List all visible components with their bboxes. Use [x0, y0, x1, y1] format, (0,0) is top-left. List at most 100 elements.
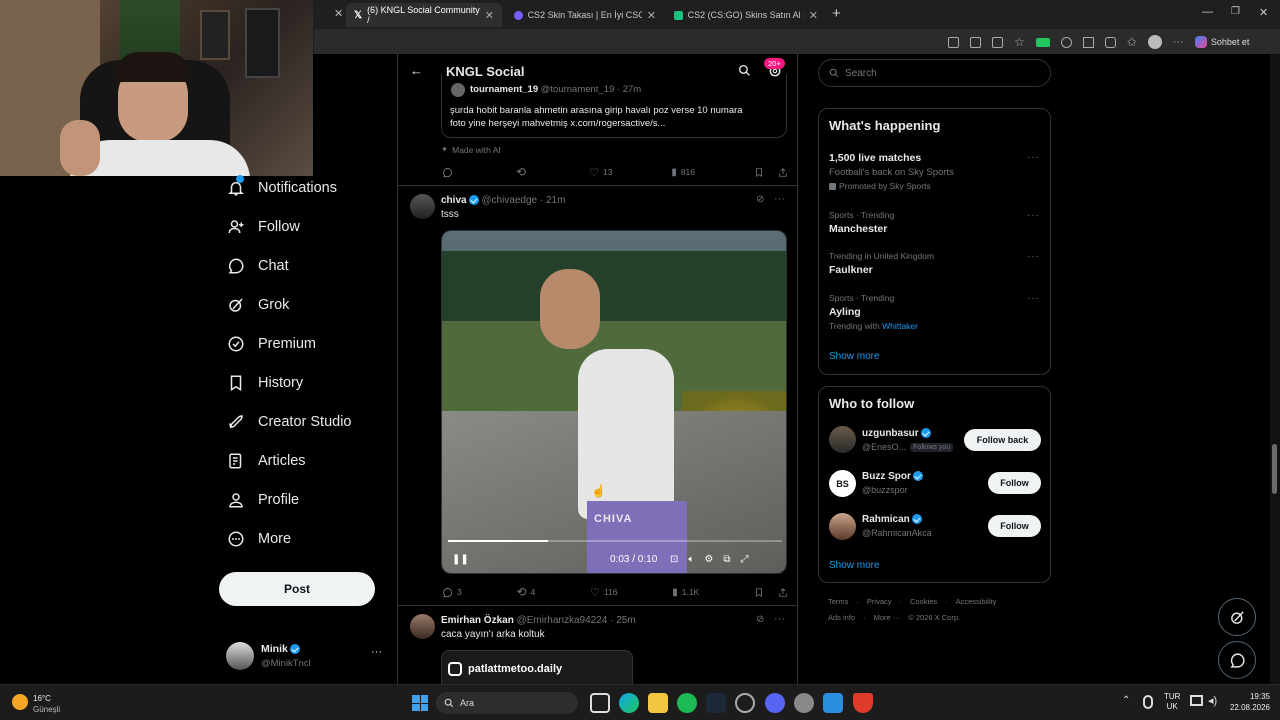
- settings-icon[interactable]: ⚙: [704, 554, 713, 565]
- menu-dots-icon[interactable]: ···: [1173, 36, 1184, 48]
- nav-item-notifications[interactable]: Notifications: [227, 175, 337, 197]
- nav-item-grok[interactable]: Grok: [227, 296, 289, 314]
- more-dots-icon[interactable]: ···: [774, 193, 785, 205]
- browser-tab[interactable]: CS2 (CS:GO) Skins Satın Al | Skins ✕: [666, 3, 826, 27]
- show-more-link[interactable]: Show more: [829, 560, 880, 571]
- app-icon[interactable]: [735, 693, 755, 713]
- more-dots-icon[interactable]: ···: [1027, 152, 1040, 163]
- translate-icon[interactable]: [970, 36, 981, 48]
- more-dots-icon[interactable]: ···: [371, 646, 382, 658]
- views-button[interactable]: ▮ 1.1K: [672, 587, 699, 598]
- nav-item-chat[interactable]: Chat: [227, 257, 289, 275]
- browser-tab[interactable]: CS2 Skin Takası | En İyi CSGO Bot ✕: [506, 3, 664, 27]
- trend-item[interactable]: Sports · Trending Manchester: [829, 210, 1039, 235]
- trend-item[interactable]: Trending in United Kingdom Faulkner: [829, 251, 1039, 276]
- video-player[interactable]: CHIVA ❚❚ 0:03 / 0:10 ⊡ 🔈︎ ⚙ ⧉ ⤢: [441, 230, 787, 574]
- microphone-icon[interactable]: [1143, 695, 1153, 709]
- trend-item[interactable]: 1,500 live matches Football's back on Sk…: [829, 152, 1039, 191]
- embedded-media[interactable]: patlattmetoo.daily: [441, 650, 633, 684]
- window-close-icon[interactable]: ✕: [1259, 6, 1268, 19]
- follow-button[interactable]: Follow: [988, 472, 1041, 494]
- extension-icon[interactable]: [1035, 37, 1050, 47]
- more-dots-icon[interactable]: ···: [1027, 293, 1040, 304]
- footer-link[interactable]: Terms: [828, 597, 848, 606]
- share-icon[interactable]: [778, 167, 788, 178]
- bookmark-icon[interactable]: [754, 167, 764, 178]
- scrollbar-thumb[interactable]: [1272, 444, 1277, 494]
- follow-button[interactable]: Follow: [988, 515, 1041, 537]
- monitor-icon[interactable]: [1190, 695, 1203, 706]
- post-author[interactable]: chiva: [441, 195, 467, 206]
- split-screen-icon[interactable]: [1104, 36, 1116, 48]
- post-author[interactable]: Emirhan Özkan: [441, 615, 514, 626]
- footer-link[interactable]: Privacy: [867, 597, 892, 606]
- avatar[interactable]: [410, 614, 435, 639]
- volume-icon[interactable]: ◂): [1208, 694, 1217, 707]
- edge-browser-icon[interactable]: [619, 693, 639, 713]
- pause-icon[interactable]: ❚❚: [452, 554, 469, 565]
- steam-icon[interactable]: [706, 693, 726, 713]
- extension-icon[interactable]: [1060, 36, 1072, 48]
- follow-back-button[interactable]: Follow back: [964, 429, 1041, 451]
- more-dots-icon[interactable]: ···: [1027, 251, 1040, 262]
- copilot-button[interactable]: Sohbet et: [1194, 36, 1249, 48]
- close-tab-icon[interactable]: ✕: [809, 9, 818, 22]
- share-icon[interactable]: [778, 587, 788, 598]
- weather-temp[interactable]: 16°C: [33, 694, 51, 703]
- avatar[interactable]: [829, 426, 856, 453]
- messages-floating-button[interactable]: [1218, 641, 1256, 679]
- windows-start-icon[interactable]: [412, 695, 428, 711]
- page-scrollbar[interactable]: [1270, 54, 1280, 684]
- footer-link[interactable]: Ads info: [828, 613, 855, 622]
- account-switcher[interactable]: Minik @MinikTncl ···: [226, 642, 386, 672]
- reply-button[interactable]: [442, 167, 457, 178]
- new-tab-icon[interactable]: +: [832, 5, 841, 22]
- spotify-icon[interactable]: [677, 693, 697, 713]
- video-progress-track[interactable]: [448, 540, 782, 542]
- nav-item-premium[interactable]: Premium: [227, 335, 316, 353]
- clock[interactable]: 19:35 22.08.2026: [1226, 691, 1270, 713]
- search-input[interactable]: [845, 67, 1025, 79]
- app-icon[interactable]: [948, 36, 959, 48]
- nav-item-history[interactable]: History: [227, 374, 303, 392]
- tray-chevron-icon[interactable]: ⌃: [1122, 695, 1130, 706]
- quoted-post[interactable]: tournament_19 @tournament_19 · 27m şurda…: [441, 74, 787, 138]
- close-icon[interactable]: ✕: [334, 7, 343, 20]
- nav-item-follow[interactable]: Follow: [227, 218, 300, 236]
- maximize-icon[interactable]: ❐: [1231, 6, 1240, 17]
- profile-avatar[interactable]: [1147, 35, 1162, 49]
- nav-item-articles[interactable]: Articles: [227, 452, 306, 470]
- file-explorer-icon[interactable]: [648, 693, 668, 713]
- photos-icon[interactable]: [823, 693, 843, 713]
- puzzle-icon[interactable]: [1082, 36, 1094, 48]
- fullscreen-icon[interactable]: ⤢: [741, 554, 749, 565]
- pip-icon[interactable]: ⧉: [723, 554, 730, 565]
- close-tab-icon[interactable]: ✕: [647, 9, 656, 22]
- trend-item[interactable]: Sports · Trending Ayling Trending with W…: [829, 293, 1039, 331]
- language-indicator[interactable]: TUR UK: [1164, 692, 1180, 712]
- footer-link[interactable]: More ···: [874, 613, 901, 622]
- suggestion-name-line[interactable]: Rahmican: [862, 514, 922, 525]
- more-dots-icon[interactable]: ···: [774, 613, 785, 625]
- browser-tab-active[interactable]: 𝕏 (6) KNGL Social Community / ✕: [346, 3, 502, 27]
- nav-item-creator-studio[interactable]: Creator Studio: [227, 413, 352, 431]
- search-bar[interactable]: [818, 59, 1051, 87]
- trend-link[interactable]: Whittaker: [882, 321, 918, 331]
- avatar[interactable]: [410, 194, 435, 219]
- captions-icon[interactable]: ⊡: [670, 554, 678, 565]
- views-button[interactable]: ▮ 816: [671, 167, 695, 178]
- footer-link[interactable]: Accessibility: [956, 597, 997, 606]
- like-button[interactable]: ♡ 116: [590, 586, 617, 599]
- discord-icon[interactable]: [765, 693, 785, 713]
- footer-link[interactable]: Cookies: [910, 597, 937, 606]
- minimize-icon[interactable]: —: [1202, 6, 1213, 18]
- nav-item-profile[interactable]: Profile: [227, 491, 299, 509]
- close-tab-icon[interactable]: ✕: [485, 9, 494, 22]
- grok-icon[interactable]: ⊘: [756, 614, 764, 625]
- settings-icon[interactable]: [794, 693, 814, 713]
- brave-browser-icon[interactable]: [853, 693, 873, 713]
- avatar[interactable]: [829, 513, 856, 540]
- taskbar-search[interactable]: Ara: [436, 692, 578, 714]
- grok-icon[interactable]: ⊘: [756, 194, 764, 205]
- grok-floating-button[interactable]: [1218, 598, 1256, 636]
